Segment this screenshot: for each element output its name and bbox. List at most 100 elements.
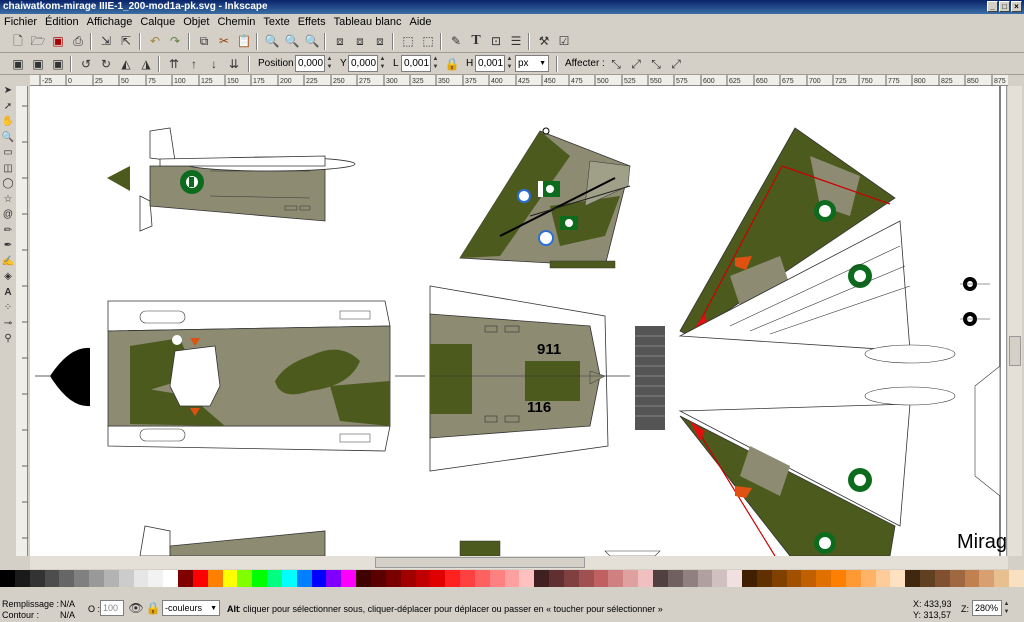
fuselage-bottom-view[interactable] <box>35 300 425 452</box>
zoom-tool-icon[interactable]: 🔍 <box>1 130 15 146</box>
selector-tool-icon[interactable]: ➤ <box>1 83 15 99</box>
maximize-button[interactable]: □ <box>999 1 1010 12</box>
palette-swatch[interactable] <box>311 570 327 587</box>
box3d-tool-icon[interactable]: ◫ <box>1 161 15 177</box>
zoom-selection-icon[interactable]: 🔍 <box>262 31 282 51</box>
open-icon[interactable]: 🗁 <box>28 31 48 51</box>
save-icon[interactable]: ▣ <box>48 31 68 51</box>
palette-swatch[interactable] <box>103 570 119 587</box>
minimize-button[interactable]: _ <box>987 1 998 12</box>
drawing-canvas[interactable]: 911 116 Mirag <box>30 86 1007 556</box>
preferences-icon[interactable]: ⚒ <box>534 31 554 51</box>
color-palette[interactable] <box>0 570 1024 587</box>
rectangle-tool-icon[interactable]: ▭ <box>1 145 15 161</box>
palette-swatch[interactable] <box>563 570 579 587</box>
fuselage-top-view[interactable] <box>107 127 356 232</box>
horizontal-ruler[interactable]: -25 0 25 50 75 100 125 150 175 200 225 250 275 300 325… <box>30 75 1008 86</box>
document-properties-icon[interactable]: ☑ <box>554 31 574 51</box>
palette-swatch[interactable] <box>994 570 1010 587</box>
bucket-tool-icon[interactable]: ◈ <box>1 269 15 285</box>
wing-top-middle[interactable] <box>459 127 631 269</box>
flip-vertical-icon[interactable]: ◮ <box>136 54 156 74</box>
zoom-page-icon[interactable]: 🔍 <box>302 31 322 51</box>
palette-swatch[interactable] <box>341 570 357 587</box>
dropper-tool-icon[interactable]: ⚲ <box>1 331 15 347</box>
palette-swatch[interactable] <box>742 570 758 587</box>
pencil-tool-icon[interactable]: ✏ <box>1 223 15 239</box>
zoom-drawing-icon[interactable]: 🔍 <box>282 31 302 51</box>
palette-swatch[interactable] <box>816 570 832 587</box>
palette-swatch[interactable] <box>207 570 223 587</box>
redo-icon[interactable]: ↷ <box>165 31 185 51</box>
fill-value[interactable]: N/A <box>60 599 75 609</box>
palette-swatch[interactable] <box>385 570 401 587</box>
palette-swatch[interactable] <box>860 570 876 587</box>
palette-swatch[interactable] <box>0 570 15 587</box>
palette-swatch[interactable] <box>504 570 520 587</box>
menu-aide[interactable]: Aide <box>406 14 436 30</box>
menu-objet[interactable]: Objet <box>179 14 213 30</box>
palette-swatch[interactable] <box>831 570 847 587</box>
palette-swatch[interactable] <box>771 570 787 587</box>
palette-swatch[interactable] <box>118 570 134 587</box>
palette-swatch[interactable] <box>163 570 179 587</box>
rotate-cw-icon[interactable]: ↻ <box>96 54 116 74</box>
move-patterns-icon[interactable]: ⤢ <box>666 54 686 74</box>
palette-swatch[interactable] <box>890 570 906 587</box>
palette-swatch[interactable] <box>845 570 861 587</box>
palette-swatch[interactable] <box>593 570 609 587</box>
palette-swatch[interactable] <box>178 570 194 587</box>
menu-edition[interactable]: Édition <box>41 14 83 30</box>
horizontal-scroll-thumb[interactable] <box>375 557 585 568</box>
palette-swatch[interactable] <box>133 570 149 587</box>
scale-stroke-icon[interactable]: ⤡ <box>606 54 626 74</box>
palette-swatch[interactable] <box>222 570 238 587</box>
palette-swatch[interactable] <box>192 570 208 587</box>
palette-swatch[interactable] <box>608 570 624 587</box>
palette-swatch[interactable] <box>89 570 105 587</box>
palette-swatch[interactable] <box>489 570 505 587</box>
palette-swatch[interactable] <box>445 570 461 587</box>
x-field[interactable]: 0,000 <box>295 55 325 72</box>
horizontal-scrollbar[interactable] <box>30 556 1008 569</box>
palette-swatch[interactable] <box>371 570 386 587</box>
raise-top-icon[interactable]: ⇈ <box>164 54 184 74</box>
new-document-icon[interactable]: 🗋 <box>8 31 28 51</box>
palette-swatch[interactable] <box>296 570 312 587</box>
text-font-icon[interactable]: T <box>466 31 486 51</box>
palette-swatch[interactable] <box>14 570 30 587</box>
palette-swatch[interactable] <box>949 570 965 587</box>
palette-swatch[interactable] <box>1009 570 1024 587</box>
palette-swatch[interactable] <box>697 570 713 587</box>
raise-icon[interactable]: ↑ <box>184 54 204 74</box>
node-tool-icon[interactable]: ➚ <box>1 99 15 115</box>
landing-wheels[interactable] <box>960 277 1001 497</box>
palette-swatch[interactable] <box>712 570 728 587</box>
palette-swatch[interactable] <box>682 570 698 587</box>
spiral-tool-icon[interactable]: @ <box>1 207 15 223</box>
palette-swatch[interactable] <box>326 570 342 587</box>
stroke-value[interactable]: N/A <box>60 610 75 620</box>
palette-swatch[interactable] <box>549 570 565 587</box>
y-field[interactable]: 0,000 <box>348 55 378 72</box>
zoom-spinner[interactable]: ▲ ▼ <box>1002 600 1011 616</box>
palette-swatch[interactable] <box>979 570 995 587</box>
deselect-icon[interactable]: ▣ <box>48 54 68 74</box>
menu-effets[interactable]: Effets <box>294 14 330 30</box>
menu-chemin[interactable]: Chemin <box>213 14 259 30</box>
height-spinner[interactable]: ▲ ▼ <box>505 55 514 72</box>
unlink-clone-icon[interactable]: ⧈ <box>370 31 390 51</box>
spray-tool-icon[interactable]: ⁘ <box>1 300 15 316</box>
flip-horizontal-icon[interactable]: ◭ <box>116 54 136 74</box>
select-all-layers-icon[interactable]: ▣ <box>28 54 48 74</box>
palette-swatch[interactable] <box>148 570 164 587</box>
menu-fichier[interactable]: Fichier <box>0 14 41 30</box>
palette-swatch[interactable] <box>905 570 921 587</box>
palette-swatch[interactable] <box>534 570 550 587</box>
palette-swatch[interactable] <box>59 570 75 587</box>
bottom-partial-shapes[interactable] <box>139 525 661 556</box>
duplicate-icon[interactable]: ⧈ <box>330 31 350 51</box>
clone-icon[interactable]: ⧈ <box>350 31 370 51</box>
x-spinner[interactable]: ▲ ▼ <box>325 55 334 72</box>
tweak-tool-icon[interactable]: ✋ <box>1 114 15 130</box>
